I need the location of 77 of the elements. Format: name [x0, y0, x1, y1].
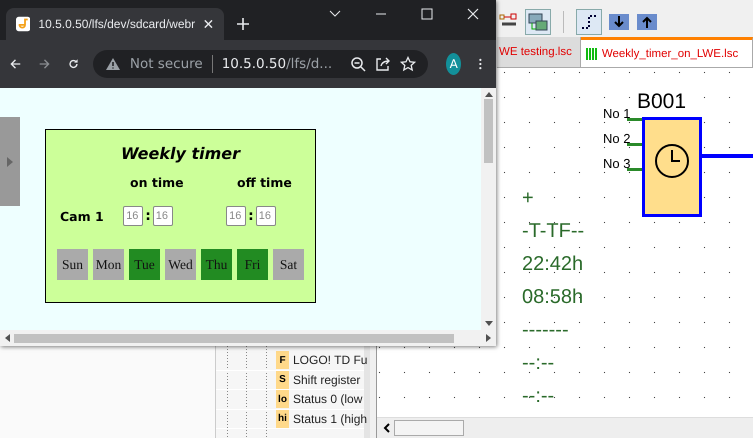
tree-item[interactable]: hi Status 1 (high [216, 410, 364, 429]
input-pin [627, 143, 643, 146]
new-tab-icon[interactable] [236, 17, 250, 31]
star-icon[interactable] [400, 56, 416, 72]
maximize-icon[interactable] [421, 8, 433, 20]
time-separator: : [248, 208, 254, 224]
tab-title: 10.5.0.50/lfs/dev/sdcard/webr [38, 17, 196, 31]
scroll-up-icon[interactable] [484, 91, 492, 97]
modified-icon [586, 46, 598, 60]
day-toggle[interactable]: Tue [129, 249, 160, 280]
browser-tab[interactable]: 10.5.0.50/lfs/dev/sdcard/webr [6, 8, 224, 40]
file-tab[interactable]: Weekly_timer_on_LWE.lsc [580, 37, 753, 67]
tree-item[interactable]: lo Status 0 (low [216, 390, 364, 410]
block-icon: S [276, 370, 289, 389]
block-icon: hi [276, 410, 289, 428]
vertical-scrollbar[interactable] [481, 88, 496, 330]
warning-icon [104, 57, 121, 71]
close-icon[interactable] [203, 18, 214, 30]
horizontal-scrollbar[interactable] [0, 330, 496, 346]
column-heading: off time [237, 175, 292, 190]
scroll-down-icon[interactable] [484, 321, 492, 327]
site-icon [16, 16, 30, 32]
hour-field[interactable]: 16 [226, 206, 246, 226]
share-icon[interactable] [375, 56, 392, 72]
parameter-text: 08:58h [522, 285, 584, 310]
timer-block[interactable] [642, 117, 702, 217]
column-heading: on time [130, 175, 184, 190]
arrow-up-icon[interactable] [636, 12, 658, 32]
scroll-thumb[interactable] [14, 334, 454, 342]
scroll-left-icon[interactable] [4, 334, 10, 342]
security-label: Not secure [130, 56, 203, 72]
tree-item[interactable]: S Shift register [216, 370, 364, 390]
scroll-thumb[interactable] [484, 99, 493, 163]
parameter-text: 22:42h [522, 252, 584, 277]
scroll-thumb[interactable] [394, 420, 464, 436]
output-wire [702, 154, 753, 158]
tab-label: WE testing.lsc [499, 46, 572, 58]
block-icon: F [276, 351, 289, 370]
time-separator: : [145, 208, 151, 224]
close-icon[interactable] [467, 8, 479, 20]
parameter-text: --:-- [522, 384, 556, 409]
address-bar[interactable]: Not secure 10.5.0.50/lfs/d... [92, 50, 428, 78]
url-text: 10.5.0.50/lfs/d... [222, 56, 332, 72]
profile-avatar[interactable]: A [446, 53, 462, 75]
block-name: B001 [637, 90, 686, 114]
scroll-right-icon[interactable] [486, 334, 492, 342]
input-label: No 3 [603, 156, 630, 171]
panel-title: Weekly timer [120, 144, 242, 163]
chevron-down-icon[interactable] [329, 10, 341, 18]
expand-icon [7, 156, 13, 166]
block-icon: lo [276, 390, 289, 408]
parameter-text: --:-- [522, 351, 556, 376]
input-label: No 2 [603, 131, 630, 146]
day-toggle[interactable]: Sun [57, 249, 88, 280]
tab-label: Weekly_timer_on_LWE.lsc [602, 48, 738, 60]
minute-field[interactable]: 16 [256, 206, 276, 226]
input-pin [627, 118, 643, 121]
hour-field[interactable]: 16 [123, 206, 144, 226]
minute-field[interactable]: 16 [152, 206, 173, 226]
clock-icon [654, 143, 690, 179]
input-label: No 1 [603, 106, 630, 121]
row-label: Cam 1 [59, 208, 105, 224]
day-toggle[interactable]: Mon [93, 249, 124, 280]
day-toggle[interactable]: Thu [201, 249, 232, 280]
parameter-text: + [522, 186, 535, 211]
arrow-down-icon[interactable] [608, 12, 630, 32]
day-toggle[interactable]: Wed [165, 249, 196, 280]
zoom-out-icon[interactable] [350, 56, 366, 72]
menu-icon[interactable] [479, 56, 482, 72]
parameter-text: ------- [522, 318, 570, 343]
input-pin [627, 168, 643, 171]
connector-icon[interactable] [576, 9, 602, 35]
monitor-icon[interactable] [525, 9, 551, 35]
day-toggle[interactable]: Fri [237, 249, 268, 280]
day-toggle[interactable]: Sat [273, 249, 304, 280]
parameter-text: -T-TF-- [522, 219, 584, 244]
horizontal-scrollbar[interactable] [377, 417, 753, 438]
